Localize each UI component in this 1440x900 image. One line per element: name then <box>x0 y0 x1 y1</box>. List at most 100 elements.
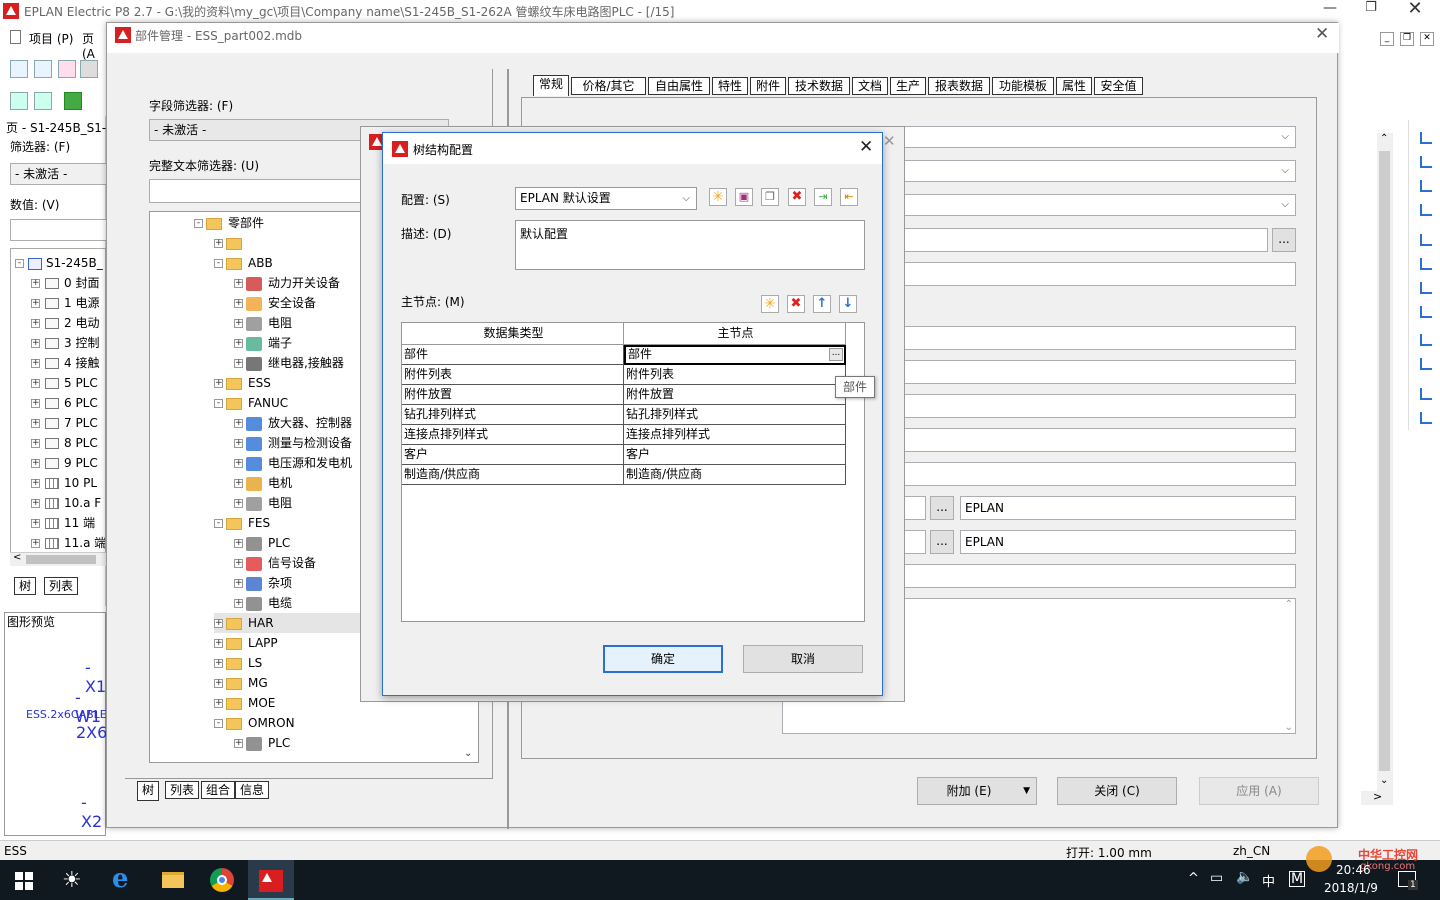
tree-category-node[interactable]: + 测量与检测设备 <box>234 433 352 453</box>
tree-category-node[interactable]: + 信号设备 <box>234 553 316 573</box>
property-hscroll[interactable]: > <box>1361 790 1393 805</box>
tree-category-node[interactable]: + 放大器、控制器 <box>234 413 352 433</box>
tree-folder-node[interactable]: + <box>214 233 248 253</box>
page-nav-icon[interactable] <box>10 92 28 110</box>
parts-tab-list[interactable]: 列表 <box>165 781 200 799</box>
property-tab[interactable]: 功能模板 <box>992 77 1054 95</box>
edge-icon[interactable]: e <box>112 864 129 894</box>
navigator-filter-combo[interactable]: - 未激活 - <box>10 163 110 185</box>
parts-tab-tree[interactable]: 树 <box>137 781 160 801</box>
restore-icon[interactable]: ❐ <box>1356 0 1386 15</box>
export-config-icon[interactable]: ⇤ <box>840 188 858 206</box>
new-config-icon[interactable]: ✳ <box>709 188 727 206</box>
arrow-right-icon[interactable] <box>1415 384 1435 404</box>
cell-browse-button[interactable]: ... <box>829 348 843 361</box>
page-list-item[interactable]: +10 PL <box>31 473 97 493</box>
mdi-minimize-icon[interactable]: _ <box>1380 32 1394 46</box>
mdi-restore-icon[interactable]: ❐ <box>1400 32 1414 46</box>
tree-folder-node[interactable]: - ABB <box>214 253 273 273</box>
page-list-item[interactable]: +10.a F <box>31 493 101 513</box>
copy-config-icon[interactable]: ❐ <box>761 188 779 206</box>
parts-tab-combination[interactable]: 组合 <box>201 781 236 799</box>
import-config-icon[interactable]: ⇥ <box>814 188 832 206</box>
page-list-item[interactable]: +6 PLC <box>31 393 98 413</box>
tree-category-node[interactable]: + 端子 <box>234 333 292 353</box>
delete-node-icon[interactable]: ✖ <box>787 295 805 313</box>
file-explorer-icon[interactable] <box>162 872 184 888</box>
close-button[interactable]: 关闭 (C) <box>1057 777 1177 805</box>
parts-tab-info[interactable]: 信息 <box>235 781 270 799</box>
corner-tr-icon[interactable] <box>1415 152 1435 172</box>
page-list-item[interactable]: +0 封面 <box>31 273 99 293</box>
tree-category-node[interactable]: + 电压源和发电机 <box>234 453 352 473</box>
property-tab[interactable]: 报表数据 <box>928 77 990 95</box>
grid-cell-node[interactable]: 连接点排列样式 <box>624 425 846 445</box>
add-dropdown-button[interactable]: 附加 (E) ▼ <box>917 777 1037 805</box>
menu-project[interactable]: 项目 (P) <box>29 30 73 47</box>
page-list-item[interactable]: +2 电动 <box>31 313 99 333</box>
corner-bl-icon[interactable] <box>1415 176 1435 196</box>
manufacturer-browse-button[interactable]: ... <box>930 496 954 520</box>
config-combo[interactable]: EPLAN 默认设置 ⌵ <box>515 187 697 210</box>
clock-date[interactable]: 2018/1/9 <box>1324 881 1378 895</box>
add-node-icon[interactable]: ✳ <box>761 295 779 313</box>
tree-category-node[interactable]: + 安全设备 <box>234 293 316 313</box>
property-tab[interactable]: 文档 <box>852 77 888 95</box>
page-list-item[interactable]: +5 PLC <box>31 373 98 393</box>
tree-category-node[interactable]: + PLC <box>234 533 290 553</box>
tree-category-node[interactable]: + 电机 <box>234 473 292 493</box>
volume-icon[interactable]: 🔈 <box>1236 869 1253 885</box>
tree-folder-node[interactable]: + LS <box>214 653 262 673</box>
scroll-right-icon[interactable]: > <box>1373 790 1382 803</box>
property-tab[interactable]: 自由属性 <box>648 77 710 95</box>
tree-folder-node[interactable]: + MOE <box>214 693 275 713</box>
tree-scroll-down-icon[interactable]: ⌄ <box>464 748 472 759</box>
page-list-item[interactable]: +11.a 端 <box>31 533 105 553</box>
description-field[interactable]: 默认配置 <box>515 220 865 270</box>
prop-browse-1[interactable]: ... <box>1272 228 1296 252</box>
page-list-item[interactable]: +1 电源 <box>31 293 99 313</box>
property-tab[interactable]: 特性 <box>712 77 748 95</box>
tree-folder-node[interactable]: - FES <box>214 513 270 533</box>
tee-up-icon[interactable] <box>1415 302 1435 322</box>
property-vscroll[interactable]: ⌃ ⌄ <box>1377 133 1393 793</box>
nav-hscroll[interactable]: < <box>10 552 106 566</box>
grid-cell-node[interactable]: 钻孔排列样式 <box>624 405 846 425</box>
property-tab[interactable]: 安全值 <box>1094 77 1143 95</box>
grid-cell-node[interactable]: 部件... <box>624 345 846 365</box>
tree-category-node[interactable]: + 杂项 <box>234 573 292 593</box>
page-list-item[interactable]: +7 PLC <box>31 413 98 433</box>
tray-chevron-icon[interactable]: ^ <box>1188 871 1199 886</box>
supplier-field[interactable]: EPLAN <box>960 530 1296 554</box>
clock-time[interactable]: 20:46 <box>1336 863 1371 877</box>
save-config-icon[interactable]: ▣ <box>735 188 753 206</box>
parts-dialog-close-icon[interactable]: ✕ <box>1315 24 1329 44</box>
mdi-close-icon[interactable]: ✕ <box>1420 32 1434 46</box>
property-tab[interactable]: 属性 <box>1056 77 1092 95</box>
page-list-item[interactable]: +11 端 <box>31 513 95 533</box>
text-filter-input[interactable] <box>149 179 389 203</box>
cross2-icon[interactable] <box>1415 354 1435 374</box>
cancel-button[interactable]: 取消 <box>743 645 863 673</box>
page-list-item[interactable]: +9 PLC <box>31 453 98 473</box>
property-tab[interactable]: 价格/其它 <box>571 77 646 95</box>
tree-root[interactable]: - S1-245B_ <box>15 253 103 273</box>
new-icon[interactable] <box>10 60 28 78</box>
grid-cell-node[interactable]: 客户 <box>624 445 846 465</box>
tree-config-close-icon[interactable]: ✕ <box>859 137 873 157</box>
background-dialog-close-icon[interactable]: ✕ <box>883 132 896 150</box>
plugin-icon[interactable] <box>64 92 82 110</box>
tee-left-icon[interactable] <box>1415 278 1435 298</box>
tree-category-node[interactable]: + 电缆 <box>234 593 292 613</box>
corner-br-icon[interactable] <box>1415 200 1435 220</box>
scroll-left-icon[interactable]: < <box>13 552 21 563</box>
grid-cell-node[interactable]: 附件列表 <box>624 365 846 385</box>
print-icon[interactable] <box>80 60 98 78</box>
windows-start-icon[interactable] <box>15 872 33 890</box>
tree-category-node[interactable]: + 继电器,接触器 <box>234 353 344 373</box>
tab-list[interactable]: 列表 <box>44 577 79 595</box>
diagonal-icon[interactable] <box>1415 408 1435 428</box>
tree-category-node[interactable]: + 动力开关设备 <box>234 273 340 293</box>
tree-folder-node[interactable]: + MG <box>214 673 268 693</box>
tee-right-icon[interactable] <box>1415 254 1435 274</box>
